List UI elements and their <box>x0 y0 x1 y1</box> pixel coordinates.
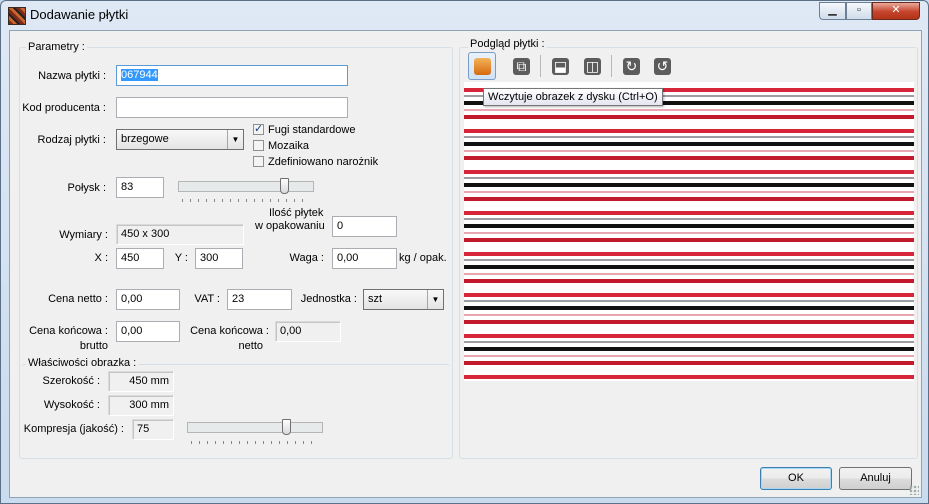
kompresja-slider-thumb[interactable] <box>282 419 291 435</box>
y-label: Y : <box>174 252 188 264</box>
vat-input[interactable]: 23 <box>227 289 292 310</box>
close-button[interactable]: ✕ <box>872 2 920 20</box>
szerokosc-value: 450 mm <box>108 371 174 392</box>
crop-button[interactable]: ⧉ <box>507 52 535 80</box>
ilosc-label-2: w opakowaniu <box>255 220 325 232</box>
podglad-group-label: Podgląd płytki : <box>468 38 547 50</box>
polysk-slider-track[interactable] <box>178 181 314 192</box>
title-bar[interactable]: Dodawanie płytki ▁ ▫ ✕ <box>1 1 928 29</box>
wymiary-value: 450 x 300 <box>116 224 244 245</box>
jednostka-select[interactable]: szt ▼ <box>363 289 444 310</box>
kod-input[interactable] <box>116 97 348 118</box>
waga-input[interactable]: 0,00 <box>332 248 397 269</box>
nazwa-label: Nazwa płytki : <box>38 70 106 82</box>
minimize-button[interactable]: ▁ <box>819 2 846 20</box>
rotate-right-icon: ↻ <box>623 58 640 75</box>
polysk-label: Połysk : <box>67 182 106 194</box>
kod-label: Kod producenta : <box>22 102 106 114</box>
load-image-tooltip: Wczytuje obrazek z dysku (Ctrl+O) <box>483 88 663 106</box>
obrazek-group-label: Właściwości obrazka : <box>26 357 139 369</box>
mozaika-checkbox[interactable] <box>253 140 264 151</box>
kompresja-slider-track[interactable] <box>187 422 323 433</box>
y-input[interactable]: 300 <box>195 248 243 269</box>
cena-konc-netto-label-1: Cena końcowa : <box>190 325 269 337</box>
fugi-checkbox[interactable] <box>253 122 264 135</box>
crop-icon: ⧉ <box>513 58 530 75</box>
app-icon <box>8 7 26 25</box>
cena-netto-label: Cena netto : <box>48 293 108 305</box>
rodzaj-value: brzegowe <box>121 133 169 145</box>
x-input[interactable]: 450 <box>116 248 164 269</box>
kompresja-value: 75 <box>132 419 174 440</box>
toolbar-separator <box>540 55 541 77</box>
folder-open-icon <box>474 58 491 75</box>
polysk-slider-ticks <box>182 199 310 202</box>
flip-vertical-button[interactable]: ⬓ <box>546 52 574 80</box>
ilosc-label-1: Ilość płytek <box>269 207 324 219</box>
wymiary-label: Wymiary : <box>59 229 108 241</box>
polysk-input[interactable]: 83 <box>116 177 164 198</box>
cena-konc-netto-value: 0,00 <box>275 321 341 342</box>
rodzaj-select[interactable]: brzegowe ▼ <box>116 129 244 150</box>
flip-vertical-icon: ⬓ <box>552 58 569 75</box>
rotate-left-button[interactable]: ↺ <box>648 52 676 80</box>
waga-label: Waga : <box>289 252 324 264</box>
chevron-down-icon: ▼ <box>227 130 243 149</box>
rotate-left-icon: ↺ <box>654 58 671 75</box>
jednostka-value: szt <box>368 293 383 305</box>
parametry-group-label: Parametry : <box>26 41 87 53</box>
dialog-window: Dodawanie płytki ▁ ▫ ✕ Parametry : Nazwa… <box>0 0 929 504</box>
flip-horizontal-icon: ◫ <box>584 58 601 75</box>
flip-horizontal-button[interactable]: ◫ <box>578 52 606 80</box>
chevron-down-icon: ▼ <box>427 290 443 309</box>
jednostka-label: Jednostka : <box>300 293 357 305</box>
nazwa-value: 067944 <box>121 69 158 81</box>
kompresja-slider-ticks <box>191 441 319 444</box>
mozaika-label: Mozaika <box>268 140 309 152</box>
polysk-slider-thumb[interactable] <box>280 178 289 194</box>
window-title: Dodawanie płytki <box>30 7 129 22</box>
rotate-right-button[interactable]: ↻ <box>617 52 645 80</box>
cena-brutto-label-1: Cena końcowa : <box>29 325 108 337</box>
kompresja-label: Kompresja (jakość) : <box>23 423 124 435</box>
resize-grip[interactable] <box>909 485 919 495</box>
waga-unit: kg / opak. <box>399 252 447 264</box>
load-image-button[interactable] <box>468 52 496 80</box>
toolbar-separator <box>611 55 612 77</box>
naroznik-checkbox[interactable] <box>253 156 264 167</box>
fugi-label: Fugi standardowe <box>268 124 356 136</box>
cena-brutto-label-2: brutto <box>79 340 108 352</box>
cancel-button[interactable]: Anuluj <box>839 467 912 490</box>
cena-konc-netto-label-2: netto <box>238 340 263 352</box>
naroznik-label: Zdefiniowano narożnik <box>268 156 379 168</box>
x-label: X : <box>94 252 108 264</box>
ok-button[interactable]: OK <box>760 467 832 490</box>
cena-netto-input[interactable]: 0,00 <box>116 289 180 310</box>
tile-preview-image <box>464 82 914 381</box>
maximize-button[interactable]: ▫ <box>846 2 872 20</box>
ilosc-input[interactable]: 0 <box>332 216 397 237</box>
wysokosc-label: Wysokość : <box>43 399 100 411</box>
cena-brutto-input[interactable]: 0,00 <box>116 321 180 342</box>
nazwa-input[interactable]: 067944 <box>116 65 348 86</box>
szerokosc-label: Szerokość : <box>42 375 100 387</box>
vat-label: VAT : <box>194 293 220 305</box>
dialog-client-area: Parametry : Nazwa płytki : 067944 Kod pr… <box>9 30 922 498</box>
rodzaj-label: Rodzaj płytki : <box>37 134 106 146</box>
wysokosc-value: 300 mm <box>108 395 174 416</box>
